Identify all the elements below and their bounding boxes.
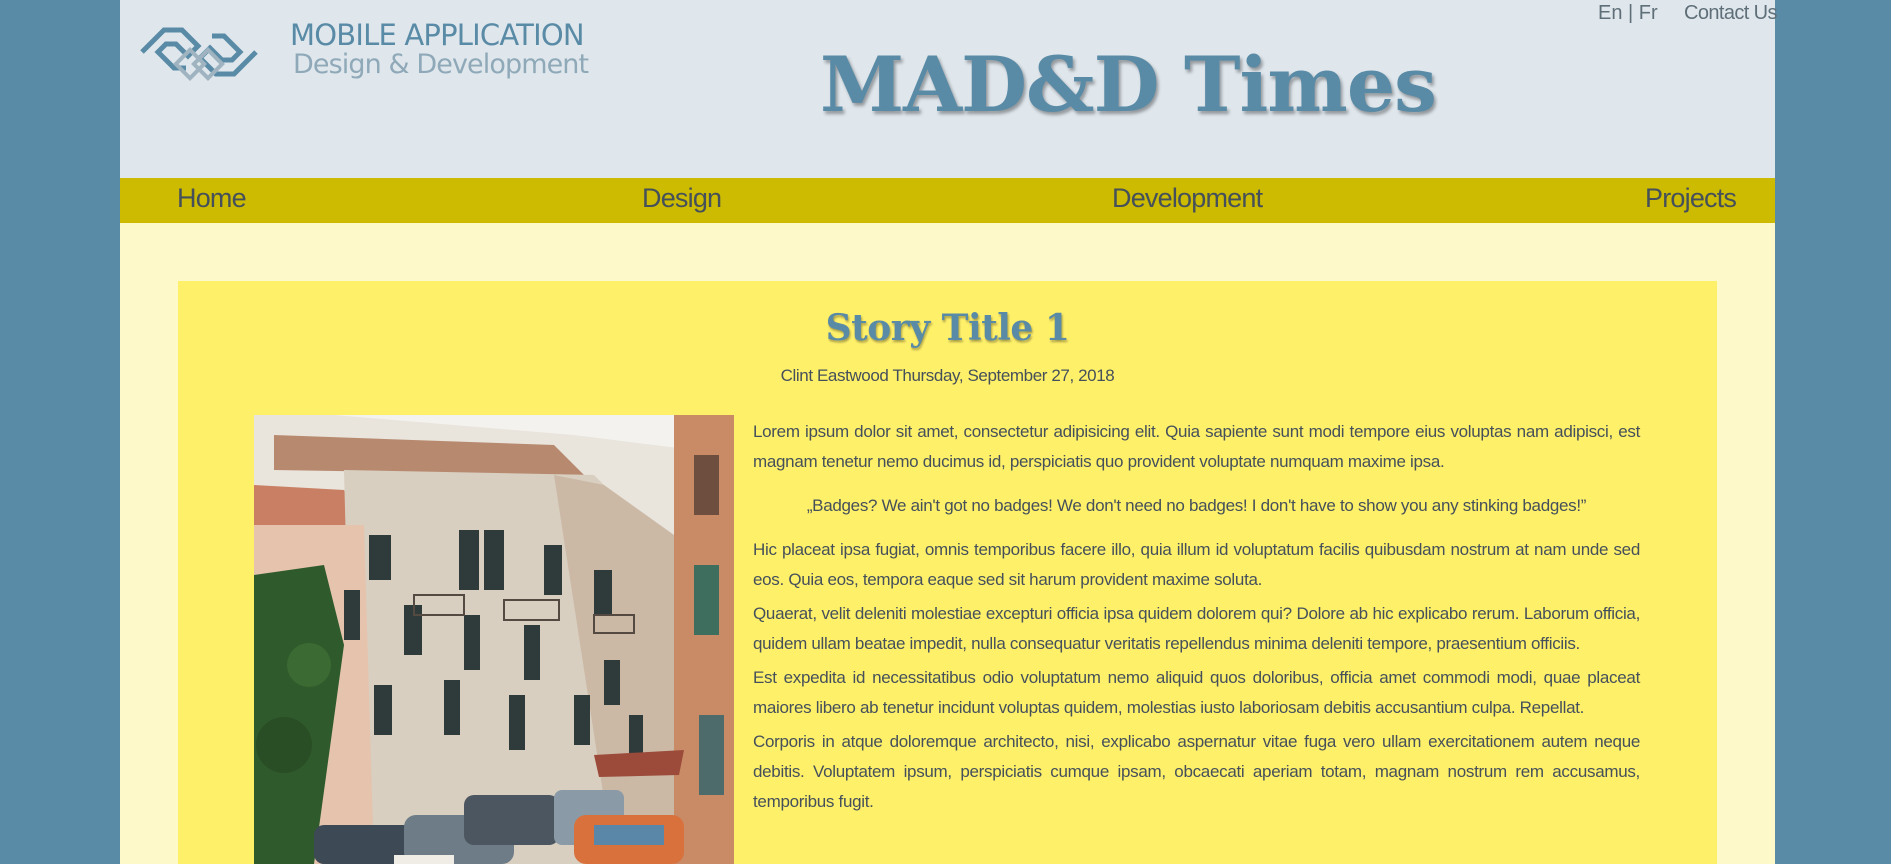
- nav-item-projects[interactable]: Projects: [1645, 183, 1737, 214]
- logo-title: MOBILE APPLICATION: [290, 18, 585, 52]
- contact-us-link[interactable]: Contact Us: [1684, 2, 1778, 25]
- logo-subtitle: Design & Development: [293, 49, 589, 80]
- story-quote: „Badges? We ain't got no badges! We don'…: [806, 496, 1587, 515]
- story-paragraph: Est expedita id necessitatibus odio volu…: [753, 668, 1640, 717]
- page-container: MOBILE APPLICATION Design & Development …: [120, 0, 1778, 864]
- story-article: Lorem ipsum dolor sit amet, consectetur …: [753, 417, 1640, 821]
- story-paragraph: Lorem ipsum dolor sit amet, consectetur …: [753, 422, 1640, 471]
- site-header: MOBILE APPLICATION Design & Development …: [120, 0, 1778, 178]
- story-title: Story Title 1: [825, 307, 1070, 349]
- story-paragraph: Quaerat, velit deleniti molestiae except…: [753, 604, 1640, 653]
- logo-icon[interactable]: [138, 16, 260, 88]
- street-photo-image: [254, 415, 734, 864]
- language-switch[interactable]: En | Fr: [1598, 2, 1658, 25]
- nav-item-home[interactable]: Home: [177, 183, 247, 214]
- story-card: Story Title 1 Clint Eastwood Thursday, S…: [178, 281, 1717, 864]
- story-paragraph: Hic placeat ipsa fugiat, omnis temporibu…: [753, 540, 1640, 589]
- nav-item-design[interactable]: Design: [642, 183, 722, 214]
- story-paragraph: Corporis in atque doloremque architecto,…: [753, 732, 1640, 811]
- site-title: MAD&D Times: [820, 40, 1437, 129]
- story-byline: Clint Eastwood Thursday, September 27, 2…: [780, 366, 1115, 385]
- main-nav: Home Design Development Projects: [120, 178, 1775, 223]
- nav-item-development[interactable]: Development: [1112, 183, 1263, 214]
